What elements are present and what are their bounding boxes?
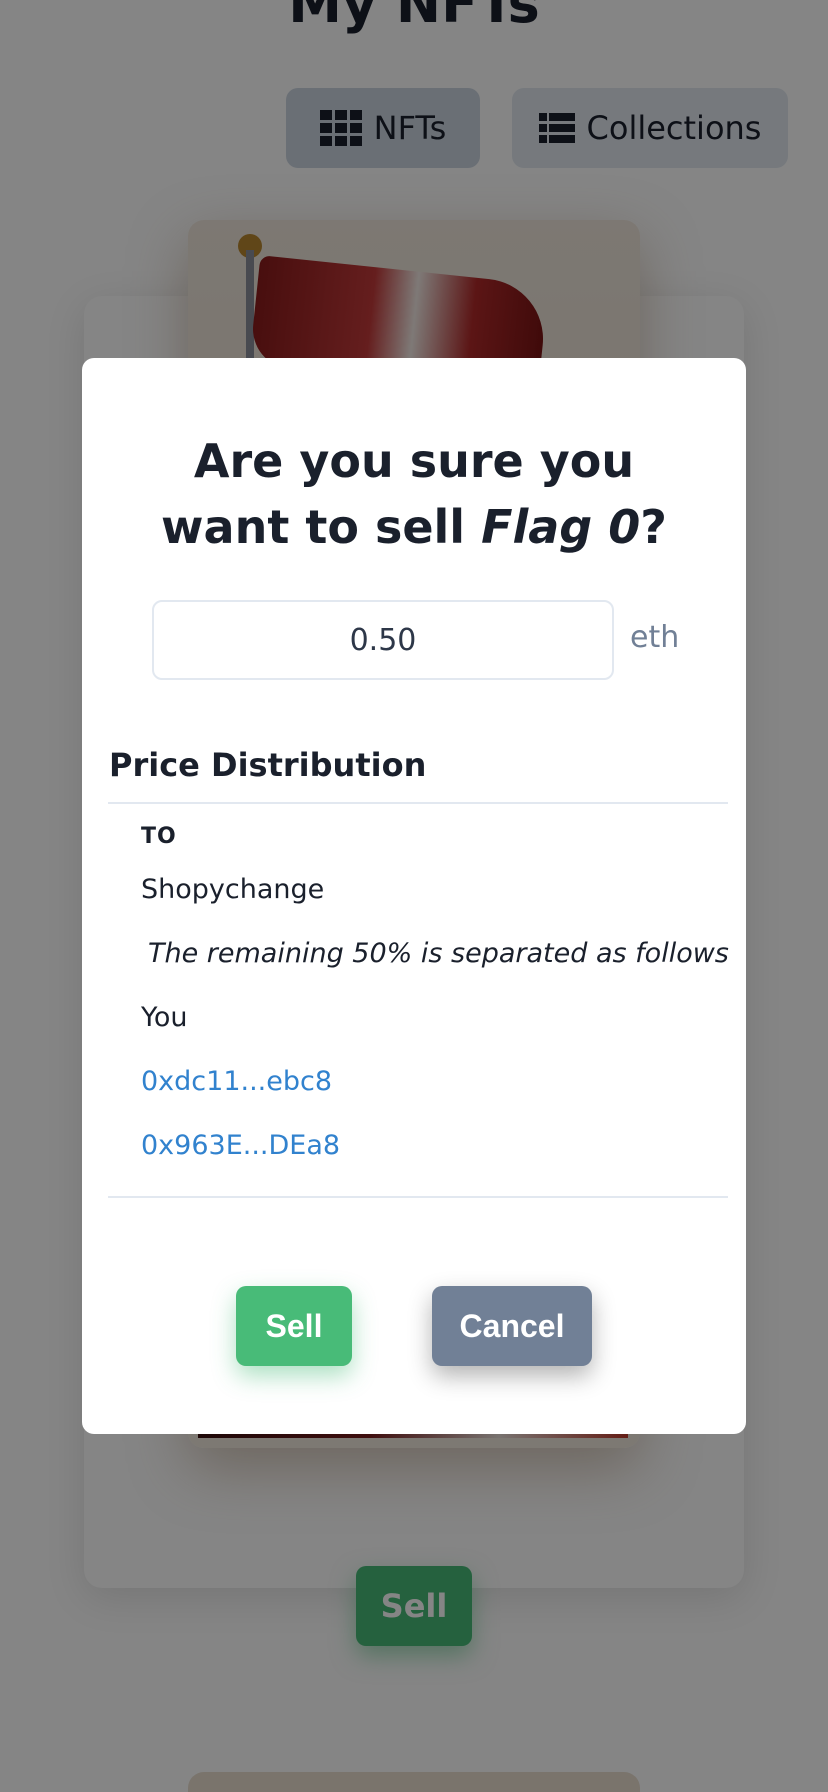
price-unit: eth [630,620,680,655]
modal-title-suffix: ? [640,500,667,554]
divider [108,802,728,804]
recipient-you: You [141,1002,188,1033]
column-header-to: TO [141,824,177,849]
modal-title: Are you sure you want to sell Flag 0? [122,428,706,560]
recipient-address-link[interactable]: 0xdc11...ebc8 [141,1066,332,1097]
recipient-shopychange: Shopychange [141,874,325,905]
recipient-address-link[interactable]: 0x963E...DEa8 [141,1130,340,1161]
sell-confirm-modal: Are you sure you want to sell Flag 0? et… [82,358,746,1434]
price-distribution-title: Price Distribution [109,746,427,784]
sell-button[interactable]: Sell [236,1286,352,1366]
nft-name: Flag 0 [481,500,641,554]
distribution-note: The remaining 50% is separated as follow… [148,938,729,969]
divider [108,1196,728,1198]
cancel-button[interactable]: Cancel [432,1286,592,1366]
price-input[interactable] [152,600,614,680]
